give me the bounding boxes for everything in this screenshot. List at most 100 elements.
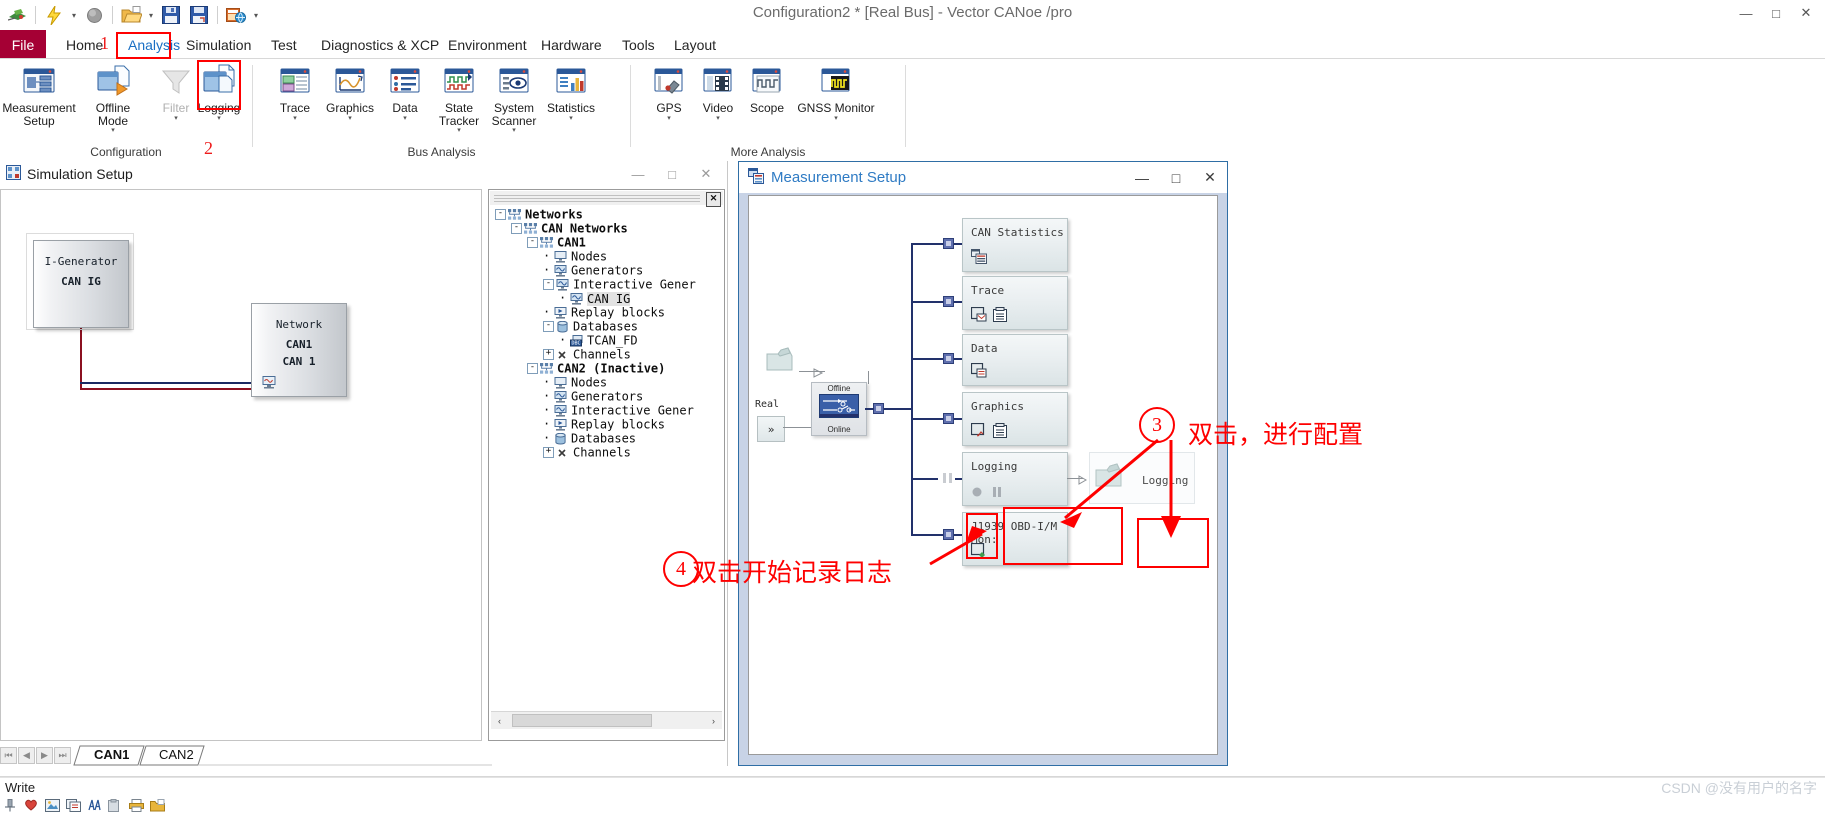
offline-mode-chevron-down-icon[interactable]: ▾ — [111, 127, 115, 135]
tree-row[interactable]: - CAN2 (Inactive) — [491, 361, 722, 376]
state-tracker-chevron-down-icon[interactable]: ▾ — [457, 127, 461, 135]
real-source-button[interactable]: » — [757, 416, 785, 442]
tree-row[interactable]: - Databases — [491, 319, 722, 334]
tree-panel-close-icon[interactable]: ✕ — [706, 192, 721, 207]
sheet-tab-can1[interactable]: CAN1 — [82, 745, 139, 765]
offline-source-folder-icon[interactable] — [765, 344, 799, 377]
simulation-setup-minimize-button[interactable]: — — [621, 161, 655, 187]
tree-expander[interactable]: + — [543, 447, 554, 458]
maximize-button[interactable]: □ — [1761, 2, 1791, 24]
simulation-setup-sheet-tabs[interactable]: ⏮ ◀ ▶ ⏭ CAN1 CAN2 — [0, 744, 492, 766]
measurement-setup-maximize-button[interactable]: □ — [1159, 162, 1193, 193]
tab-diagnostics-xcp[interactable]: Diagnostics & XCP — [313, 30, 447, 59]
tab-environment[interactable]: Environment — [440, 30, 535, 59]
logging-file-block[interactable]: Logging — [1089, 452, 1195, 504]
simulation-setup-canvas[interactable]: I-Generator CAN IG Network CAN1 CAN 1 — [0, 189, 482, 741]
sheet-nav-next-button[interactable]: ▶ — [36, 746, 53, 764]
measurement-setup-minimize-button[interactable]: — — [1125, 162, 1159, 193]
copy-icon[interactable] — [65, 798, 81, 812]
tree-row[interactable]: - Interactive Gener — [491, 277, 722, 292]
minimize-button[interactable]: — — [1731, 2, 1761, 24]
tab-file[interactable]: File — [0, 30, 46, 59]
can-statistics-block[interactable]: CAN Statistics — [962, 218, 1068, 272]
measurement-setup-window-controls[interactable]: — □ ✕ — [1125, 162, 1227, 193]
folder-icon[interactable] — [149, 798, 165, 812]
find-icon[interactable] — [86, 798, 102, 812]
gnss-monitor-chevron-down-icon[interactable]: ▾ — [834, 115, 838, 123]
tree-row[interactable]: · CAN IG — [491, 291, 722, 306]
ribbon-statistics-button[interactable]: Statistics ▾ — [535, 63, 607, 123]
gps-chevron-down-icon[interactable]: ▾ — [667, 115, 671, 123]
trace-port[interactable] — [943, 296, 954, 307]
tree-expander[interactable]: - — [543, 279, 554, 290]
tree-expander[interactable]: - — [527, 363, 538, 374]
tree-row[interactable]: · Generators — [491, 389, 722, 404]
sheet-nav-previous-button[interactable]: ◀ — [18, 746, 35, 764]
networks-tree[interactable]: - Networks - CAN Networks - CAN1 · Nodes · Genera… — [491, 207, 722, 709]
tab-tools[interactable]: Tools — [614, 30, 663, 59]
close-button[interactable]: ✕ — [1791, 2, 1821, 24]
sheet-tab-can2[interactable]: CAN2 — [147, 745, 204, 765]
data-port[interactable] — [943, 353, 954, 364]
trace-chevron-down-icon[interactable]: ▾ — [293, 115, 297, 123]
sheet-nav-first-button[interactable]: ⏮ — [0, 746, 17, 764]
tree-row[interactable]: · Nodes — [491, 375, 722, 390]
tree-expander[interactable]: - — [495, 209, 506, 220]
tree-row[interactable]: · Generators — [491, 263, 722, 278]
sheet-nav-last-button[interactable]: ⏭ — [54, 746, 71, 764]
simulation-setup-window-controls[interactable]: — □ ✕ — [621, 161, 723, 187]
tree-horizontal-scrollbar[interactable]: ‹ › — [491, 711, 722, 729]
statistics-chevron-down-icon[interactable]: ▾ — [569, 115, 573, 123]
clipboard-icon[interactable] — [107, 798, 123, 812]
tab-simulation[interactable]: Simulation — [178, 30, 259, 59]
network-node[interactable]: Network CAN1 CAN 1 — [251, 303, 347, 397]
logging-block[interactable]: Logging — [962, 452, 1068, 506]
print-icon[interactable] — [128, 798, 144, 812]
video-chevron-down-icon[interactable]: ▾ — [716, 115, 720, 123]
can-ig-node[interactable]: I-Generator CAN IG — [33, 240, 129, 328]
tree-row[interactable]: · Interactive Gener — [491, 403, 722, 418]
simulation-setup-maximize-button[interactable]: □ — [655, 161, 689, 187]
tree-row[interactable]: · Replay blocks — [491, 305, 722, 320]
data-block[interactable]: Data — [962, 334, 1068, 386]
image-icon[interactable] — [44, 798, 60, 812]
switch-output-port[interactable] — [873, 403, 884, 414]
filter-chevron-down-icon[interactable]: ▾ — [174, 115, 178, 123]
online-offline-switch[interactable]: Offline Online — [811, 382, 867, 436]
tab-hardware[interactable]: Hardware — [533, 30, 610, 59]
tree-row[interactable]: · DBC TCAN_FD — [491, 333, 722, 348]
write-window-toolbar[interactable] — [2, 798, 165, 812]
ribbon-offline-mode-button[interactable]: Offline Mode ▾ — [77, 63, 149, 135]
tree-row[interactable]: · Nodes — [491, 249, 722, 264]
trace-block[interactable]: Trace — [962, 276, 1068, 330]
graphics-chevron-down-icon[interactable]: ▾ — [348, 115, 352, 123]
tree-row[interactable]: - CAN1 — [491, 235, 722, 250]
tree-expander[interactable]: - — [543, 321, 554, 332]
graphics-port[interactable] — [943, 413, 954, 424]
pin-icon[interactable] — [2, 798, 18, 812]
tree-scroll-right-button[interactable]: › — [705, 713, 722, 728]
j1939-port[interactable] — [943, 529, 954, 540]
ribbon-measurement-setup-button[interactable]: Measurement Setup — [2, 63, 76, 127]
tree-scroll-thumb[interactable] — [512, 714, 652, 727]
tree-expander[interactable]: - — [511, 223, 522, 234]
window-controls[interactable]: — □ ✕ — [1731, 2, 1821, 24]
tree-row[interactable]: + Channels — [491, 445, 722, 460]
measurement-setup-close-button[interactable]: ✕ — [1193, 162, 1227, 193]
system-scanner-chevron-down-icon[interactable]: ▾ — [512, 127, 516, 135]
logging-chevron-down-icon[interactable]: ▾ — [217, 115, 221, 123]
tab-test[interactable]: Test — [263, 30, 305, 59]
tree-panel-grip-bar[interactable]: ✕ — [490, 191, 723, 207]
tree-expander[interactable]: + — [543, 349, 554, 360]
tree-row[interactable]: · Databases — [491, 431, 722, 446]
tree-scroll-left-button[interactable]: ‹ — [491, 713, 508, 728]
tree-row[interactable]: - CAN Networks — [491, 221, 722, 236]
tree-row[interactable]: · Replay blocks — [491, 417, 722, 432]
ribbon-tab-bar[interactable]: File Home Analysis Simulation Test Diagn… — [0, 30, 1825, 59]
simulation-setup-close-button[interactable]: ✕ — [689, 161, 723, 187]
tree-row[interactable]: + Channels — [491, 347, 722, 362]
ribbon-gnss-monitor-button[interactable]: GNSS Monitor ▾ — [776, 63, 896, 123]
data-chevron-down-icon[interactable]: ▾ — [403, 115, 407, 123]
tab-layout[interactable]: Layout — [666, 30, 724, 59]
favorite-icon[interactable] — [23, 798, 39, 812]
